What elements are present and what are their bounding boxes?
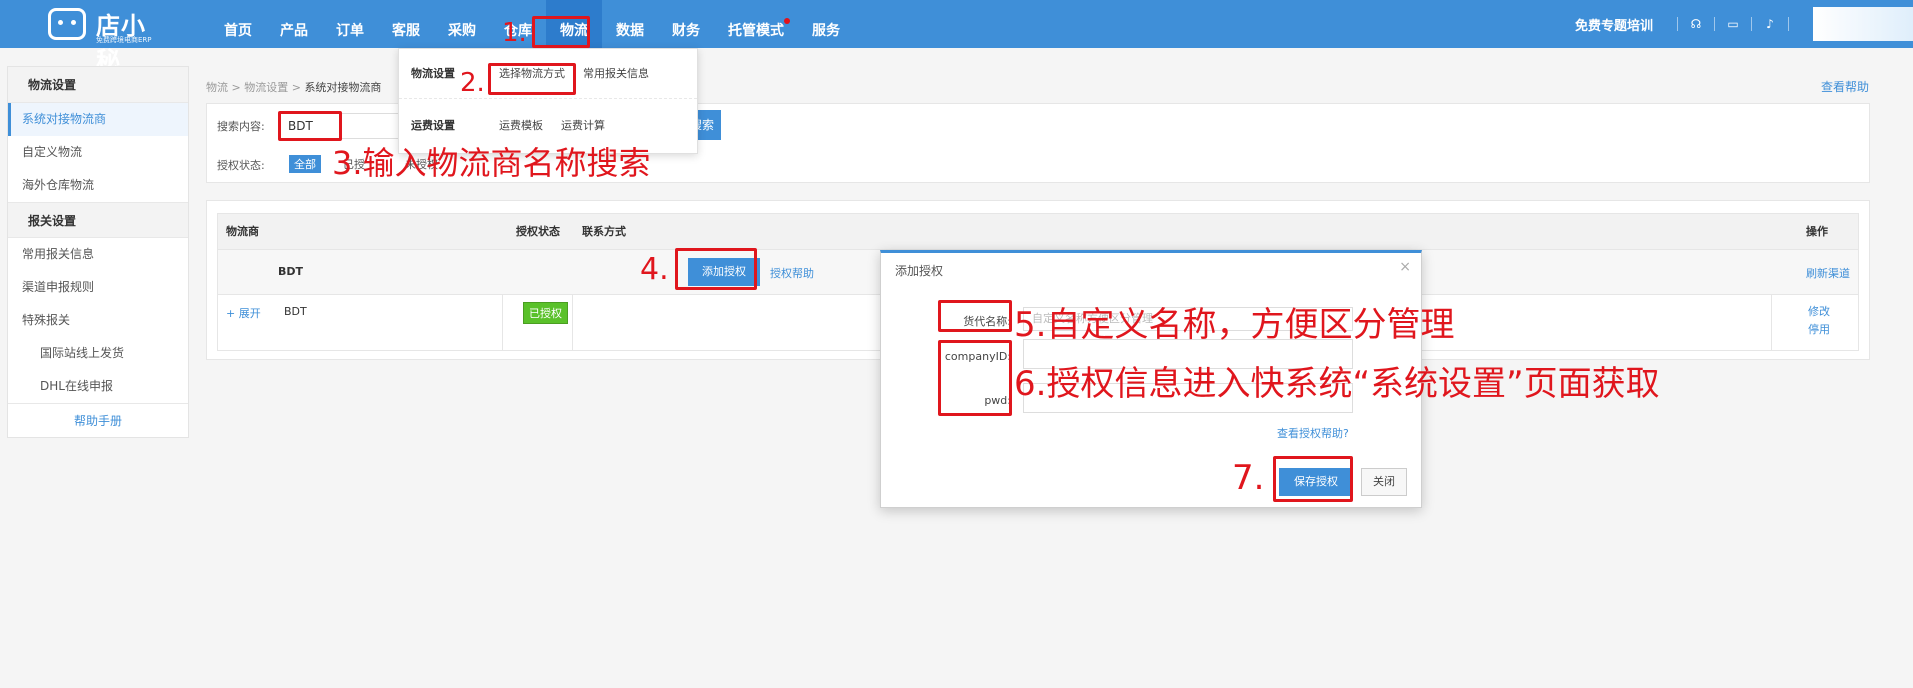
- sidebar-group-customs-settings: 报关设置: [8, 202, 188, 238]
- disable-link[interactable]: 停用: [1808, 321, 1830, 337]
- dropdown-item-freight-calc[interactable]: 运费计算: [561, 117, 605, 133]
- breadcrumb-mid[interactable]: 物流设置: [244, 81, 288, 94]
- dropdown-item-customs-info[interactable]: 常用报关信息: [583, 65, 649, 81]
- divider: [1677, 17, 1678, 31]
- dropdown-head-freight-settings: 运费设置: [411, 119, 455, 132]
- annotation-box-7: [1273, 456, 1353, 502]
- breadcrumb-current: 系统对接物流商: [304, 81, 382, 94]
- auth-help-link[interactable]: 授权帮助: [770, 265, 814, 281]
- bell-icon[interactable]: ♪: [1762, 17, 1778, 31]
- view-auth-help-link[interactable]: 查看授权帮助?: [1277, 425, 1349, 441]
- sidebar-item-intl-online[interactable]: 国际站线上发货: [8, 337, 188, 370]
- sidebar-group-logistics-settings: 物流设置: [8, 67, 188, 103]
- sidebar-item-channel-rules[interactable]: 渠道申报规则: [8, 271, 188, 304]
- help-manual-link[interactable]: 帮助手册: [8, 403, 188, 437]
- topbar-right: 免费专题培训 ☊ ▭ ♪: [1575, 0, 1913, 48]
- annotation-step-3: 3.输入物流商名称搜索: [332, 144, 651, 182]
- header-contact: 联系方式: [582, 225, 626, 238]
- nav-purchase[interactable]: 采购: [434, 0, 490, 48]
- annotation-step-4: 4.: [640, 252, 669, 287]
- annotation-box-1: [532, 16, 590, 48]
- top-navbar: 店小秘 免费跨境电商ERP 首页 产品 订单 客服 采购 仓库 物流 数据 财务…: [0, 0, 1913, 75]
- sidebar-item-custom-logistics[interactable]: 自定义物流: [8, 136, 188, 169]
- divider: [1714, 17, 1715, 31]
- annotation-box-5: [938, 300, 1012, 332]
- nav-products[interactable]: 产品: [266, 0, 322, 48]
- annotation-box-4: [675, 248, 757, 290]
- carrier-name: BDT: [284, 305, 307, 318]
- status-filter-all[interactable]: 全部: [289, 155, 321, 173]
- book-icon[interactable]: ▭: [1725, 17, 1741, 31]
- header-action: 操作: [1806, 225, 1828, 238]
- nav-orders[interactable]: 订单: [322, 0, 378, 48]
- breadcrumb: 物流 > 物流设置 > 系统对接物流商: [206, 79, 381, 95]
- dropdown-item-freight-template[interactable]: 运费模板: [499, 117, 543, 133]
- close-icon[interactable]: ×: [1399, 259, 1411, 275]
- divider: [502, 295, 503, 350]
- table-header: 物流商 授权状态 联系方式 操作: [218, 214, 1858, 250]
- view-help-link[interactable]: 查看帮助: [1821, 78, 1869, 95]
- auth-status-label: 授权状态:: [217, 159, 265, 172]
- annotation-box-6: [938, 340, 1012, 416]
- dropdown-head-logistics-settings: 物流设置: [411, 67, 455, 80]
- divider: [1771, 295, 1772, 350]
- annotation-box-3: [278, 111, 342, 141]
- annotation-step-2: 2.: [460, 68, 485, 98]
- header-auth-status: 授权状态: [516, 225, 560, 238]
- status-badge: 已授权: [523, 302, 568, 324]
- header-carrier: 物流商: [226, 225, 259, 238]
- sidebar-item-system-carriers[interactable]: 系统对接物流商: [8, 103, 188, 136]
- logo-subtitle: 免费跨境电商ERP: [96, 36, 152, 44]
- edit-link[interactable]: 修改: [1808, 303, 1830, 319]
- nav-finance[interactable]: 财务: [658, 0, 714, 48]
- refresh-channels-link[interactable]: 刷新渠道: [1806, 265, 1850, 281]
- breadcrumb-separator: >: [231, 81, 241, 94]
- annotation-step-5: 5.自定义名称，方便区分管理: [1014, 305, 1455, 345]
- nav-home[interactable]: 首页: [210, 0, 266, 48]
- divider: [1751, 17, 1752, 31]
- breadcrumb-separator: >: [291, 81, 301, 94]
- annotation-step-1: 1.: [502, 18, 527, 48]
- sidebar-item-overseas-warehouse[interactable]: 海外仓库物流: [8, 169, 188, 202]
- free-training-link[interactable]: 免费专题培训: [1575, 15, 1653, 34]
- user-account-menu[interactable]: [1813, 7, 1913, 41]
- nav-customer-service[interactable]: 客服: [378, 0, 434, 48]
- annotation-box-2: [488, 63, 576, 95]
- nav-managed-mode[interactable]: 托管模式: [714, 0, 798, 48]
- logo[interactable]: 店小秘 免费跨境电商ERP: [44, 4, 164, 75]
- notification-dot: [784, 18, 790, 24]
- sidebar-item-customs-info[interactable]: 常用报关信息: [8, 238, 188, 271]
- breadcrumb-root[interactable]: 物流: [206, 81, 228, 94]
- sidebar-item-dhl-declare[interactable]: DHL在线申报: [8, 370, 188, 403]
- nav-managed-mode-label: 托管模式: [728, 23, 784, 39]
- nav-service[interactable]: 服务: [798, 0, 854, 48]
- nav-data[interactable]: 数据: [602, 0, 658, 48]
- annotation-step-7: 7.: [1232, 458, 1265, 498]
- close-dialog-button[interactable]: 关闭: [1361, 468, 1407, 496]
- sidebar: 物流设置 系统对接物流商 自定义物流 海外仓库物流 报关设置 常用报关信息 渠道…: [7, 66, 189, 438]
- annotation-step-6: 6.授权信息进入快系统“系统设置”页面获取: [1014, 364, 1660, 404]
- robot-logo-icon: [48, 8, 86, 40]
- search-label: 搜索内容:: [217, 120, 265, 133]
- sidebar-item-special-customs[interactable]: 特殊报关: [8, 304, 188, 337]
- dialog-title: 添加授权: [895, 264, 944, 278]
- headset-icon[interactable]: ☊: [1688, 17, 1704, 31]
- carrier-group-name: BDT: [278, 265, 304, 278]
- divider: [1788, 17, 1789, 31]
- expand-toggle[interactable]: + 展开: [226, 305, 261, 321]
- divider: [572, 295, 573, 350]
